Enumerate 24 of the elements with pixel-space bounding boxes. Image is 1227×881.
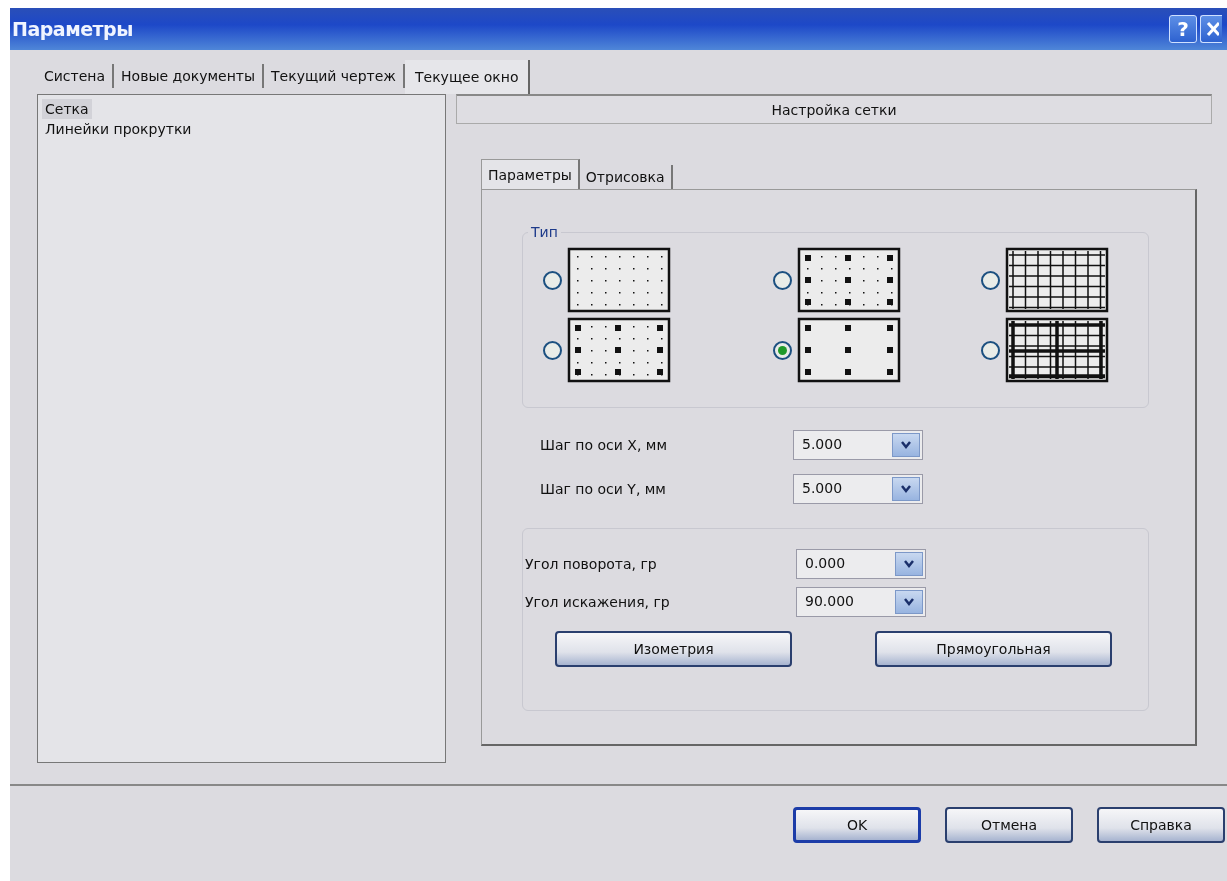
tab[interactable]: Отрисовка <box>579 165 673 189</box>
field-label: Шаг по оси X, мм <box>540 437 668 453</box>
section-header: Настройка сетки <box>456 94 1212 124</box>
preset-button[interactable]: Прямоугольная <box>875 631 1112 667</box>
dialog-button[interactable]: Справка <box>1097 807 1225 843</box>
tab[interactable]: Текущее окно <box>404 60 531 94</box>
dialog-button[interactable]: OK <box>793 807 921 843</box>
field-label: Шаг по оси Y, мм <box>540 481 667 497</box>
field-label: Угол искажения, гр <box>525 594 671 610</box>
combo-box[interactable]: 5.000 <box>793 430 923 460</box>
window-title: Параметры <box>12 18 133 40</box>
tab[interactable]: Систена <box>37 64 115 88</box>
combo-box[interactable]: 90.000 <box>796 587 926 617</box>
tab[interactable]: Параметры <box>481 159 580 189</box>
field-label: Угол поворота, гр <box>525 556 658 572</box>
sidebar-item[interactable]: Линейки прокрутки <box>42 119 195 139</box>
dialog-button[interactable]: Отмена <box>945 807 1073 843</box>
tab[interactable]: Новые документы <box>114 64 265 88</box>
help-button[interactable]: ? <box>1169 15 1197 43</box>
combo-box[interactable]: 0.000 <box>796 549 926 579</box>
sidebar-item[interactable]: Сетка <box>42 99 92 119</box>
combo-box[interactable]: 5.000 <box>793 474 923 504</box>
preset-button[interactable]: Изометрия <box>555 631 792 667</box>
group-title: Тип <box>528 224 561 240</box>
